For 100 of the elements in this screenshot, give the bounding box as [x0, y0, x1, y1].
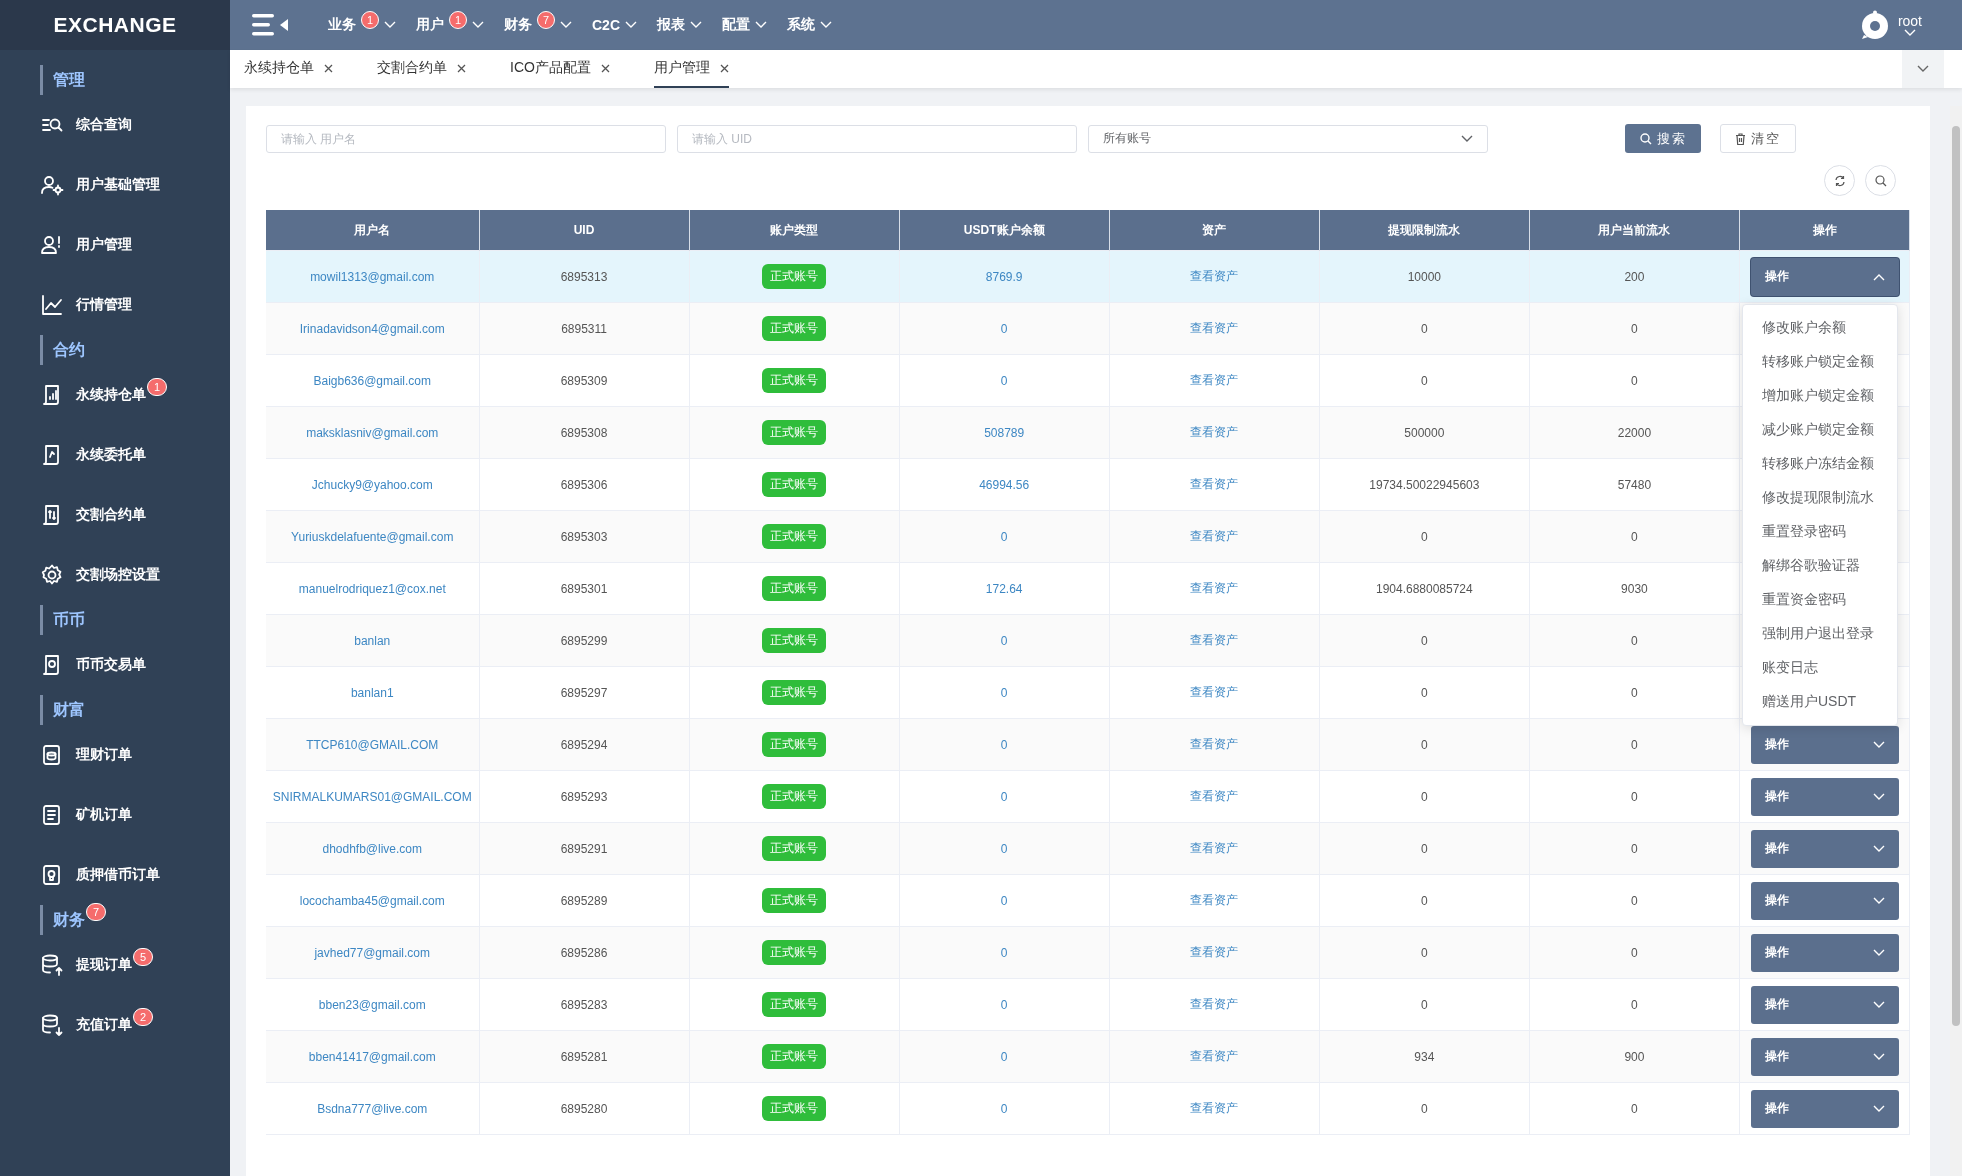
page-tab[interactable]: 交割合约单: [377, 50, 466, 88]
uid-field[interactable]: 请输入 UID: [677, 124, 1077, 153]
balance-link[interactable]: 172.64: [985, 581, 1023, 596]
nav-menu[interactable]: 配置: [722, 7, 767, 43]
account-select[interactable]: 所有账号: [1088, 124, 1488, 153]
sidebar-item[interactable]: 永续委托单: [76, 446, 146, 464]
menu-item[interactable]: 解绑谷歌验证器: [1743, 549, 1897, 583]
sidebar-item[interactable]: 交割场控设置: [76, 566, 160, 584]
balance-link[interactable]: 0: [1000, 737, 1008, 752]
balance-link[interactable]: 0: [1000, 893, 1008, 908]
close-icon[interactable]: [324, 63, 333, 73]
username-link[interactable]: banlan: [354, 633, 391, 648]
action-dropdown-button[interactable]: 操作: [1750, 933, 1899, 972]
refresh-button[interactable]: [1824, 165, 1855, 196]
view-assets-link[interactable]: 查看资产: [1190, 529, 1239, 543]
view-assets-link[interactable]: 查看资产: [1190, 321, 1239, 335]
search-toggle-button[interactable]: [1865, 165, 1896, 196]
close-icon[interactable]: [600, 63, 610, 73]
sidebar-item[interactable]: 充值订单: [76, 1016, 132, 1034]
clear-button[interactable]: 清空: [1720, 124, 1796, 153]
menu-item[interactable]: 修改提现限制流水: [1743, 481, 1897, 515]
username-link[interactable]: locochamba45@gmail.com: [299, 893, 445, 908]
sidebar-item[interactable]: 质押借币订单: [76, 866, 160, 884]
page-tab[interactable]: 用户管理: [653, 50, 729, 88]
username-link[interactable]: Jchucky9@yahoo.com: [311, 477, 433, 492]
sidebar-item[interactable]: 提现订单: [76, 956, 132, 974]
sidebar-item[interactable]: 用户管理: [76, 236, 132, 254]
username-link[interactable]: manuelrodriquez1@cox.net: [298, 581, 446, 596]
nav-menu[interactable]: 报表: [657, 7, 702, 43]
action-dropdown-button[interactable]: 操作: [1750, 1089, 1899, 1128]
page-tab[interactable]: 永续持仓单: [244, 50, 333, 88]
action-dropdown-button[interactable]: 操作: [1750, 777, 1899, 816]
view-assets-link[interactable]: 查看资产: [1190, 633, 1239, 647]
sidebar-item[interactable]: 综合查询: [76, 116, 132, 134]
nav-menu[interactable]: 财务 7: [504, 7, 572, 43]
menu-item[interactable]: 转移账户锁定金额: [1743, 345, 1897, 379]
sidebar-item[interactable]: 币币交易单: [76, 656, 146, 674]
view-assets-link[interactable]: 查看资产: [1190, 841, 1239, 855]
balance-link[interactable]: 0: [1000, 685, 1008, 700]
nav-menu[interactable]: C2C: [592, 7, 637, 43]
menu-item[interactable]: 转移账户冻结金额: [1743, 447, 1897, 481]
balance-link[interactable]: 0: [1000, 321, 1008, 336]
sidebar-item[interactable]: 行情管理: [76, 296, 132, 314]
username-link[interactable]: TTCP610@GMAIL.COM: [306, 737, 439, 752]
nav-menu[interactable]: 业务 1: [328, 7, 396, 43]
view-assets-link[interactable]: 查看资产: [1190, 893, 1239, 907]
balance-link[interactable]: 0: [1000, 529, 1008, 544]
action-dropdown-button[interactable]: 操作: [1750, 881, 1899, 920]
username-link[interactable]: bben23@gmail.com: [318, 997, 426, 1012]
balance-link[interactable]: 8769.9: [985, 269, 1023, 284]
balance-link[interactable]: 46994.56: [979, 477, 1030, 492]
sidebar-item[interactable]: 交割合约单: [76, 506, 146, 524]
action-dropdown-button[interactable]: 操作: [1750, 725, 1899, 764]
action-dropdown-button[interactable]: 操作: [1750, 1037, 1899, 1076]
search-button[interactable]: 搜索: [1625, 124, 1701, 153]
view-assets-link[interactable]: 查看资产: [1190, 737, 1239, 751]
balance-link[interactable]: 0: [1000, 373, 1008, 388]
page-tab[interactable]: ICO产品配置: [510, 50, 610, 88]
balance-link[interactable]: 0: [1000, 945, 1008, 960]
username-link[interactable]: maksklasniv@gmail.com: [306, 425, 439, 440]
view-assets-link[interactable]: 查看资产: [1190, 477, 1239, 491]
sidebar-item[interactable]: 矿机订单: [76, 806, 132, 824]
action-dropdown-button[interactable]: 操作: [1750, 985, 1899, 1024]
username-link[interactable]: mowil1313@gmail.com: [310, 269, 435, 284]
sidebar-item[interactable]: 永续持仓单: [76, 386, 146, 404]
menu-item[interactable]: 增加账户锁定金额: [1743, 379, 1897, 413]
view-assets-link[interactable]: 查看资产: [1190, 997, 1239, 1011]
nav-menu[interactable]: 系统: [787, 7, 832, 43]
view-assets-link[interactable]: 查看资产: [1190, 373, 1239, 387]
username-link[interactable]: Irinadavidson4@gmail.com: [299, 321, 445, 336]
view-assets-link[interactable]: 查看资产: [1190, 1101, 1239, 1115]
view-assets-link[interactable]: 查看资产: [1190, 945, 1239, 959]
username-link[interactable]: bben41417@gmail.com: [308, 1049, 436, 1064]
balance-link[interactable]: 0: [1000, 841, 1008, 856]
action-dropdown-button[interactable]: 操作: [1750, 257, 1899, 296]
sidebar-item[interactable]: 理财订单: [76, 746, 132, 764]
balance-link[interactable]: 0: [1000, 1049, 1008, 1064]
view-assets-link[interactable]: 查看资产: [1190, 685, 1239, 699]
balance-link[interactable]: 0: [1000, 1101, 1008, 1116]
balance-link[interactable]: 0: [1000, 789, 1008, 804]
avatar-icon[interactable]: [1859, 10, 1890, 40]
balance-link[interactable]: 0: [1000, 997, 1008, 1012]
view-assets-link[interactable]: 查看资产: [1190, 1049, 1239, 1063]
username-link[interactable]: dhodhfb@live.com: [322, 841, 423, 856]
username-field[interactable]: 请输入 用户名: [266, 124, 666, 153]
menu-toggle-icon[interactable]: [252, 13, 290, 37]
username-link[interactable]: banlan1: [350, 685, 394, 700]
close-icon[interactable]: [719, 63, 729, 73]
close-icon[interactable]: [457, 63, 466, 73]
view-assets-link[interactable]: 查看资产: [1190, 269, 1239, 283]
menu-item[interactable]: 账变日志: [1743, 651, 1897, 685]
scrollbar[interactable]: [1950, 106, 1962, 1176]
username-link[interactable]: Bsdna777@live.com: [317, 1101, 428, 1116]
sidebar-item[interactable]: 用户基础管理: [76, 176, 160, 194]
balance-link[interactable]: 0: [1000, 633, 1008, 648]
view-assets-link[interactable]: 查看资产: [1190, 581, 1239, 595]
username-link[interactable]: javhed77@gmail.com: [314, 945, 431, 960]
nav-menu[interactable]: 用户 1: [416, 7, 484, 43]
user-name[interactable]: root: [1897, 13, 1922, 29]
balance-link[interactable]: 508789: [984, 425, 1025, 440]
